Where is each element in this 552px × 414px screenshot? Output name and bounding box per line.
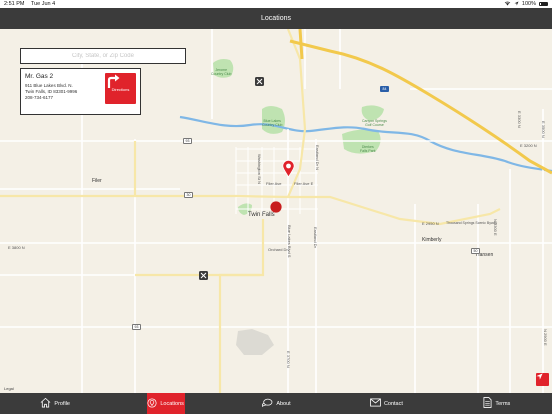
tab-profile[interactable]: Profile (0, 393, 110, 414)
tab-terms[interactable]: Terms (442, 393, 552, 414)
road-n2900e: N 2900 E (543, 329, 548, 346)
us-93-north (298, 29, 304, 60)
label-jerome-country-club: Jerome Country Club (211, 68, 232, 76)
road-e2950n: E 2950 N (422, 221, 439, 226)
page-title: Locations (261, 15, 291, 22)
location-phone[interactable]: 208-734-6177 (25, 95, 77, 101)
label-blue-lakes-country-club: Blue Lakes Country Club (262, 119, 283, 127)
road-blue-lakes-s: Blue Lakes Blvd S (287, 225, 292, 258)
status-right: 100% (504, 1, 548, 8)
shield-r50: 50 (471, 248, 480, 254)
location-services-icon (514, 1, 519, 8)
battery-icon (539, 1, 548, 7)
location-details: Mr. Gas 2 911 Blue Lakes Blvd. N. Twin F… (25, 73, 77, 101)
shield-us93-north: 93 (183, 138, 192, 144)
battery-percent: 100% (521, 1, 536, 7)
wifi-icon (504, 1, 511, 8)
road-filer-ave: Filer Ave (266, 181, 282, 186)
tab-bar: Profile Locations About Contact Terms (0, 393, 552, 414)
label-canyon-springs: Canyon Springs Golf Course (362, 119, 387, 127)
directions-button[interactable]: Directions (105, 73, 136, 104)
tab-locations[interactable]: Locations (110, 393, 220, 414)
road-washington: Washington St N (257, 154, 262, 184)
tab-locations-label: Locations (160, 400, 184, 407)
tab-about[interactable]: About (221, 393, 331, 414)
tab-about-label: About (276, 400, 291, 407)
status-date: Tue Jun 4 (30, 1, 56, 7)
road-orchard: Orchard Dr (268, 247, 288, 252)
tab-contact-label: Contact (383, 400, 403, 407)
chat-icon (261, 398, 273, 410)
shield-us30: 30 (184, 192, 193, 198)
shield-us93-south: 93 (132, 324, 141, 330)
road-n3300e: N 3300 E (493, 219, 498, 236)
road-e3200n: E 3200 N (520, 143, 537, 148)
current-location-button[interactable] (536, 373, 549, 386)
road-eastland: Eastland Dr N (315, 145, 320, 170)
road-thousand-springs: Thousand Springs Scenic Byway (446, 221, 498, 225)
road-filer-ave-e: Filer Ave E (294, 181, 314, 186)
city-filer: Filer (92, 178, 102, 184)
tab-contact[interactable]: Contact (331, 393, 441, 414)
city-kimberly: Kimberly (422, 237, 442, 243)
document-icon (483, 397, 492, 410)
search-input[interactable] (20, 48, 186, 64)
tab-terms-label: Terms (495, 400, 511, 407)
legal-link[interactable]: Legal (4, 386, 14, 391)
label-dierkes-falls: Dierkes Falls Park (360, 145, 376, 153)
tab-profile-label: Profile (54, 400, 70, 407)
road-e3500: E 3500 N (541, 121, 546, 138)
status-left: 2:51 PM Tue Jun 4 (4, 1, 60, 7)
location-name: Mr. Gas 2 (25, 73, 54, 80)
road-eastland-s: Eastland Dr (313, 227, 318, 248)
mail-icon (370, 398, 381, 409)
road-e3800n: E 3800 N (8, 245, 25, 250)
home-icon (40, 397, 51, 410)
location-info-card[interactable]: Mr. Gas 2 911 Blue Lakes Blvd. N. Twin F… (20, 68, 141, 115)
map-view[interactable]: Jerome Country Club Blue Lakes Country Clu… (0, 29, 552, 393)
status-time: 2:51 PM (4, 1, 25, 7)
map-pin-icon (147, 397, 157, 410)
shield-i84: 84 (380, 86, 389, 92)
navigation-bar: Locations (0, 8, 552, 29)
interstate-84 (289, 39, 552, 175)
road-e3700: E 3700 N (286, 351, 291, 368)
status-bar: 2:51 PM Tue Jun 4 100% (0, 0, 552, 8)
airport-area (236, 329, 274, 355)
road-e3300: E 3300 N (517, 111, 522, 128)
